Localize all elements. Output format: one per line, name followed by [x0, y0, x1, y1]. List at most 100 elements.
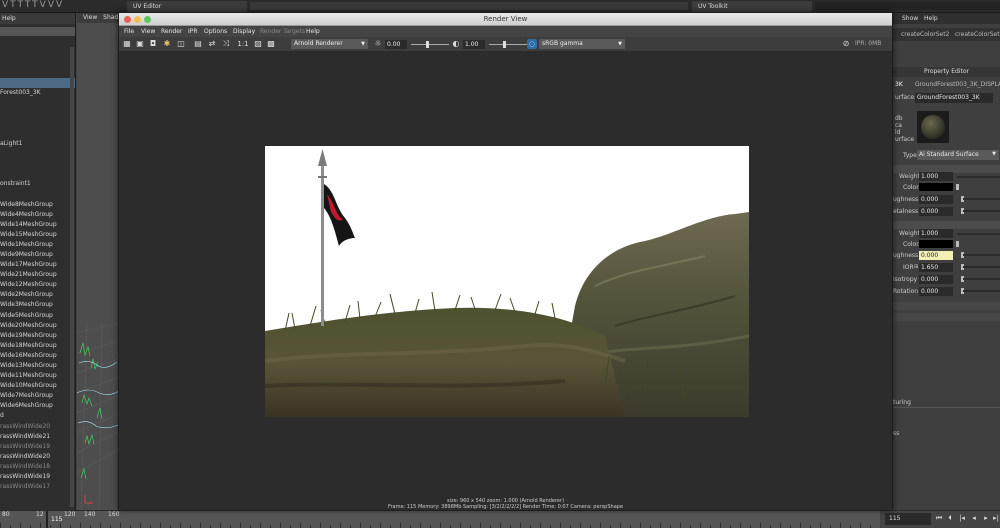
snapshot-icon[interactable]: ◘: [149, 40, 157, 48]
specular-weight-field[interactable]: 1.000: [919, 229, 953, 238]
outliner-filter-dropdown[interactable]: [0, 27, 75, 36]
section-header-collapsed-1[interactable]: [893, 302, 1000, 310]
outliner-item[interactable]: Forest003_3K: [0, 88, 75, 98]
misc-section-label[interactable]: ss: [893, 430, 899, 437]
outliner-item[interactable]: Wide11MeshGroup: [0, 371, 75, 381]
outliner-item[interactable]: Wide20MeshGroup: [0, 321, 75, 331]
play-back-icon[interactable]: ◂: [970, 514, 978, 523]
menu-options[interactable]: Options: [204, 26, 227, 37]
play-forward-icon[interactable]: ▸: [982, 514, 990, 523]
menu-ipr[interactable]: IPR: [188, 26, 198, 37]
gamma-slider-knob[interactable]: [503, 41, 506, 48]
viewport-menu-shading[interactable]: Shad: [103, 14, 118, 21]
outliner-item[interactable]: aLight1: [0, 139, 75, 149]
render-view-titlebar[interactable]: Render View: [119, 13, 892, 26]
menu-help[interactable]: Help: [924, 13, 938, 24]
outliner-item[interactable]: Wide3MeshGroup: [0, 300, 75, 310]
diffuse-weight-field[interactable]: 1.000: [919, 172, 953, 181]
outliner-item[interactable]: rassWindWide19: [0, 442, 75, 452]
remove-image-icon[interactable]: ⇄: [208, 40, 216, 48]
diffuse-color-slider-knob[interactable]: [956, 184, 959, 190]
rotation-slider[interactable]: [963, 290, 1000, 292]
rotation-field[interactable]: 0.000: [919, 287, 953, 296]
outliner-item[interactable]: Wide18MeshGroup: [0, 341, 75, 351]
specular-roughness-field[interactable]: 0.000: [919, 251, 953, 260]
metalness-field[interactable]: 0.000: [919, 207, 953, 216]
outliner-item[interactable]: [0, 189, 75, 199]
section-header-collapsed-2[interactable]: [893, 313, 1000, 321]
outliner-item[interactable]: Wide1MeshGroup: [0, 240, 75, 250]
outliner-item[interactable]: Wide17MeshGroup: [0, 260, 75, 270]
outliner-item[interactable]: [0, 129, 75, 139]
outliner-scrollbar[interactable]: [70, 47, 74, 507]
time-slider[interactable]: 80 12 120 140 160 115: [0, 511, 880, 528]
viewport-panel[interactable]: View Shad: [77, 13, 119, 510]
menu-render[interactable]: Render: [161, 26, 182, 37]
tab-uv-toolkit[interactable]: UV Toolkit: [692, 1, 812, 12]
outliner-item[interactable]: [0, 109, 75, 119]
tab-uv-editor[interactable]: UV Editor: [127, 1, 247, 12]
outliner-item[interactable]: Wide10MeshGroup: [0, 381, 75, 391]
step-back-icon[interactable]: ⏴: [946, 514, 954, 523]
menu-help[interactable]: Help: [306, 26, 320, 37]
ior-field[interactable]: 1.650: [919, 263, 953, 272]
go-to-start-icon[interactable]: ⏮: [935, 514, 943, 523]
type-dropdown[interactable]: Ai Standard Surface ▼: [917, 150, 999, 160]
outliner-item[interactable]: [0, 169, 75, 179]
specular-color-slider-knob[interactable]: [956, 241, 959, 247]
menu-display[interactable]: Display: [233, 26, 255, 37]
outliner-item[interactable]: Wide4MeshGroup: [0, 210, 75, 220]
diffuse-weight-slider[interactable]: [957, 176, 1000, 178]
outliner-item[interactable]: [0, 78, 75, 89]
outliner-item[interactable]: Wide6MeshGroup: [0, 401, 75, 411]
surface-name-field[interactable]: GroundForest003_3K: [915, 93, 993, 103]
outliner-menu-help[interactable]: Help: [0, 13, 75, 24]
outliner-item[interactable]: Wide2MeshGroup: [0, 290, 75, 300]
shuffle-icon[interactable]: ⤨: [222, 40, 230, 48]
outliner-item[interactable]: [0, 38, 75, 48]
outliner-item[interactable]: rassWindWide19: [0, 472, 75, 482]
outliner-item[interactable]: Wide19MeshGroup: [0, 331, 75, 341]
node-name[interactable]: GroundForest003_3K_DISPLACE: [915, 80, 1000, 90]
outliner-item[interactable]: [0, 68, 75, 78]
section-header-specular[interactable]: [893, 221, 1000, 229]
diffuse-roughness-slider[interactable]: [963, 198, 1000, 200]
outliner-item[interactable]: [0, 99, 75, 109]
outliner-item[interactable]: Wide21MeshGroup: [0, 270, 75, 280]
ior-slider[interactable]: [963, 266, 1000, 268]
step-back-key-icon[interactable]: |◂: [958, 514, 966, 523]
current-frame-marker[interactable]: [46, 511, 48, 528]
outliner-item[interactable]: Wide13MeshGroup: [0, 361, 75, 371]
color-management-icon[interactable]: ◌: [527, 39, 537, 49]
ipr-tuning-icon[interactable]: ⊘: [842, 40, 850, 48]
outliner-item[interactable]: rassWindWide20: [0, 422, 75, 432]
texturing-label[interactable]: turing: [893, 399, 911, 406]
outliner-item[interactable]: Wide5MeshGroup: [0, 311, 75, 321]
diffuse-roughness-field[interactable]: 0.000: [919, 195, 953, 204]
diffuse-color-swatch[interactable]: [919, 183, 953, 191]
outliner-item[interactable]: rassWindWide21: [0, 432, 75, 442]
renderer-dropdown[interactable]: Arnold Renderer ▼: [291, 39, 368, 49]
gamma-slider[interactable]: [489, 44, 527, 45]
outliner-item[interactable]: [0, 159, 75, 169]
specular-roughness-slider[interactable]: [963, 254, 1000, 256]
outliner-item[interactable]: onstraint1: [0, 179, 75, 189]
color-space-dropdown[interactable]: sRGB gamma ▼: [539, 39, 625, 49]
step-forward-key-icon[interactable]: ▸|: [992, 514, 1000, 523]
outliner-item[interactable]: rassWindWide17: [0, 482, 75, 492]
outliner-item[interactable]: Wide16MeshGroup: [0, 351, 75, 361]
current-frame-field[interactable]: 115: [885, 513, 931, 525]
outliner-item[interactable]: Wide8MeshGroup: [0, 200, 75, 210]
pin-icon[interactable]: ⊞: [914, 264, 918, 270]
outliner-item[interactable]: [0, 119, 75, 129]
menu-file[interactable]: File: [124, 26, 134, 37]
specular-color-swatch[interactable]: [919, 240, 953, 248]
exposure-slider-knob[interactable]: [426, 41, 429, 48]
outliner-item[interactable]: rassWindWide18: [0, 462, 75, 472]
tab-create-color-set-2[interactable]: createColorSet2: [901, 31, 949, 38]
outliner-item[interactable]: d: [0, 411, 75, 421]
material-swatch[interactable]: [917, 111, 949, 143]
outliner-item[interactable]: Wide15MeshGroup: [0, 230, 75, 240]
outliner-item[interactable]: Wide14MeshGroup: [0, 220, 75, 230]
outliner-item[interactable]: Wide9MeshGroup: [0, 250, 75, 260]
